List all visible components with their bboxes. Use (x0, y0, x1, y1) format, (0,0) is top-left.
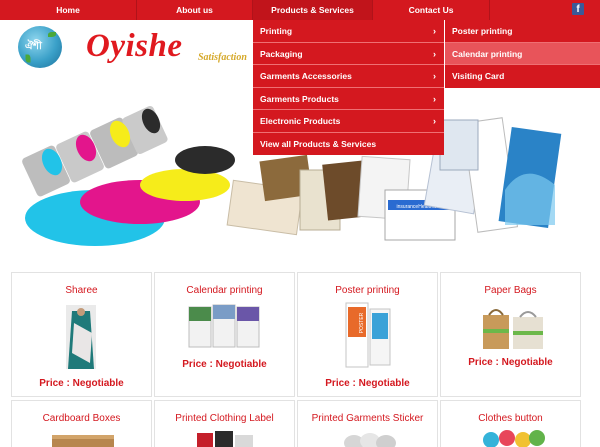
cardboard-boxes-image (52, 435, 114, 447)
sharee-image (66, 305, 96, 369)
product-card[interactable]: Paper Bags Price : Negotiable (440, 272, 581, 397)
product-title[interactable]: Printed Clothing Label (155, 413, 294, 424)
chevron-right-icon: › (433, 26, 436, 36)
product-price: Price : Negotiable (325, 378, 410, 389)
dropdown-item-label: Garments Accessories (260, 71, 352, 81)
dropdown-item-label: Electronic Products (260, 116, 341, 126)
submenu-item-calendar-printing[interactable]: Calendar printing (445, 42, 600, 65)
product-price: Price : Negotiable (468, 357, 553, 368)
chevron-right-icon: › (433, 48, 436, 59)
product-title[interactable]: Paper Bags (441, 285, 580, 296)
paper-bags-image (483, 309, 543, 349)
yellow-paint-splash (140, 169, 230, 201)
printing-submenu: Poster printing Calendar printing Visiti… (445, 20, 600, 88)
nav-about-us[interactable]: About us (137, 0, 253, 20)
dropdown-item-packaging[interactable]: Packaging › (253, 43, 444, 65)
product-title[interactable]: Cardboard Boxes (12, 413, 151, 424)
chevron-right-icon: › (433, 93, 436, 104)
chevron-right-icon: › (433, 116, 436, 126)
product-card[interactable]: Printed Garments Sticker (297, 400, 438, 447)
submenu-item-visiting-card[interactable]: Visiting Card (445, 65, 600, 88)
product-card[interactable]: Calendar printing Price : Negotiable (154, 272, 295, 397)
brand-name: Oyishe (86, 28, 183, 64)
product-title[interactable]: Clothes button (441, 413, 580, 424)
dropdown-item-label: Printing (260, 26, 293, 36)
product-price: Price : Negotiable (39, 378, 124, 389)
product-card[interactable]: Cardboard Boxes (11, 400, 152, 447)
dropdown-item-garments-accessories[interactable]: Garments Accessories › (253, 65, 444, 88)
poster-text: POSTER (359, 312, 365, 333)
product-card[interactable]: Printed Clothing Label (154, 400, 295, 447)
chevron-right-icon: › (433, 71, 436, 81)
product-price: Price : Negotiable (182, 359, 267, 370)
black-paint-splash (175, 146, 235, 174)
top-navigation: Home About us Products & Services Contac… (0, 0, 600, 20)
submenu-item-poster-printing[interactable]: Poster printing (445, 20, 600, 43)
dropdown-item-label: Garments Products (260, 93, 339, 104)
product-card[interactable]: Poster printing POSTER Price : Negotiabl… (297, 272, 438, 397)
product-title[interactable]: Printed Garments Sticker (298, 413, 437, 424)
products-dropdown-menu: Printing › Packaging › Garments Accessor… (253, 20, 444, 155)
nav-home[interactable]: Home (0, 0, 137, 20)
product-title[interactable]: Calendar printing (155, 285, 294, 296)
product-title[interactable]: Poster printing (298, 285, 437, 296)
clothes-button-image (483, 430, 545, 447)
dropdown-item-label: Packaging (260, 48, 303, 59)
logo-icon[interactable]: ঐশী (18, 26, 62, 68)
product-title[interactable]: Sharee (12, 285, 151, 296)
poster-image: POSTER (345, 302, 391, 368)
product-card[interactable]: Clothes button (440, 400, 581, 447)
product-card[interactable]: Sharee Price : Negotiable (11, 272, 152, 397)
nav-contact-us[interactable]: Contact Us (373, 0, 490, 20)
clothing-label-image (197, 431, 253, 447)
garments-sticker-image (344, 433, 396, 447)
dropdown-item-view-all[interactable]: View all Products & Services (253, 133, 444, 156)
nav-products-services[interactable]: Products & Services (253, 0, 373, 20)
dropdown-item-electronic-products[interactable]: Electronic Products › (253, 110, 444, 133)
dropdown-item-garments-products[interactable]: Garments Products › (253, 88, 444, 110)
calendar-image (188, 304, 260, 348)
facebook-icon[interactable]: f (572, 3, 584, 15)
brand-tagline: Satisfaction (198, 52, 247, 63)
dropdown-item-label: View all Products & Services (260, 138, 377, 149)
dropdown-item-printing[interactable]: Printing › (253, 20, 444, 43)
